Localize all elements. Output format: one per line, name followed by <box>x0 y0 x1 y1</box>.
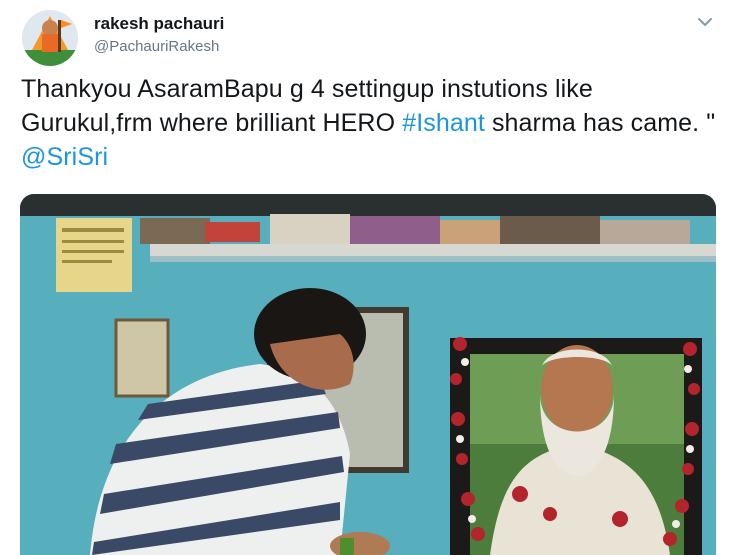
tweet-photo[interactable] <box>20 194 716 555</box>
chevron-down-icon <box>698 18 712 26</box>
tweet-text-part: sharma has came. " <box>484 109 716 137</box>
tweet-menu-button[interactable] <box>695 12 715 32</box>
tweet-text: Thankyou AsaramBapu g 4 settingup instut… <box>21 72 721 174</box>
photo-image <box>20 194 716 555</box>
author-handle[interactable]: @PachauriRakesh <box>94 38 219 55</box>
avatar-image <box>22 10 78 66</box>
author-name[interactable]: rakesh pachauri <box>94 14 224 34</box>
hashtag-link[interactable]: #Ishant <box>402 109 485 137</box>
avatar[interactable] <box>22 10 78 66</box>
mention-link[interactable]: @SriSri <box>21 143 108 171</box>
